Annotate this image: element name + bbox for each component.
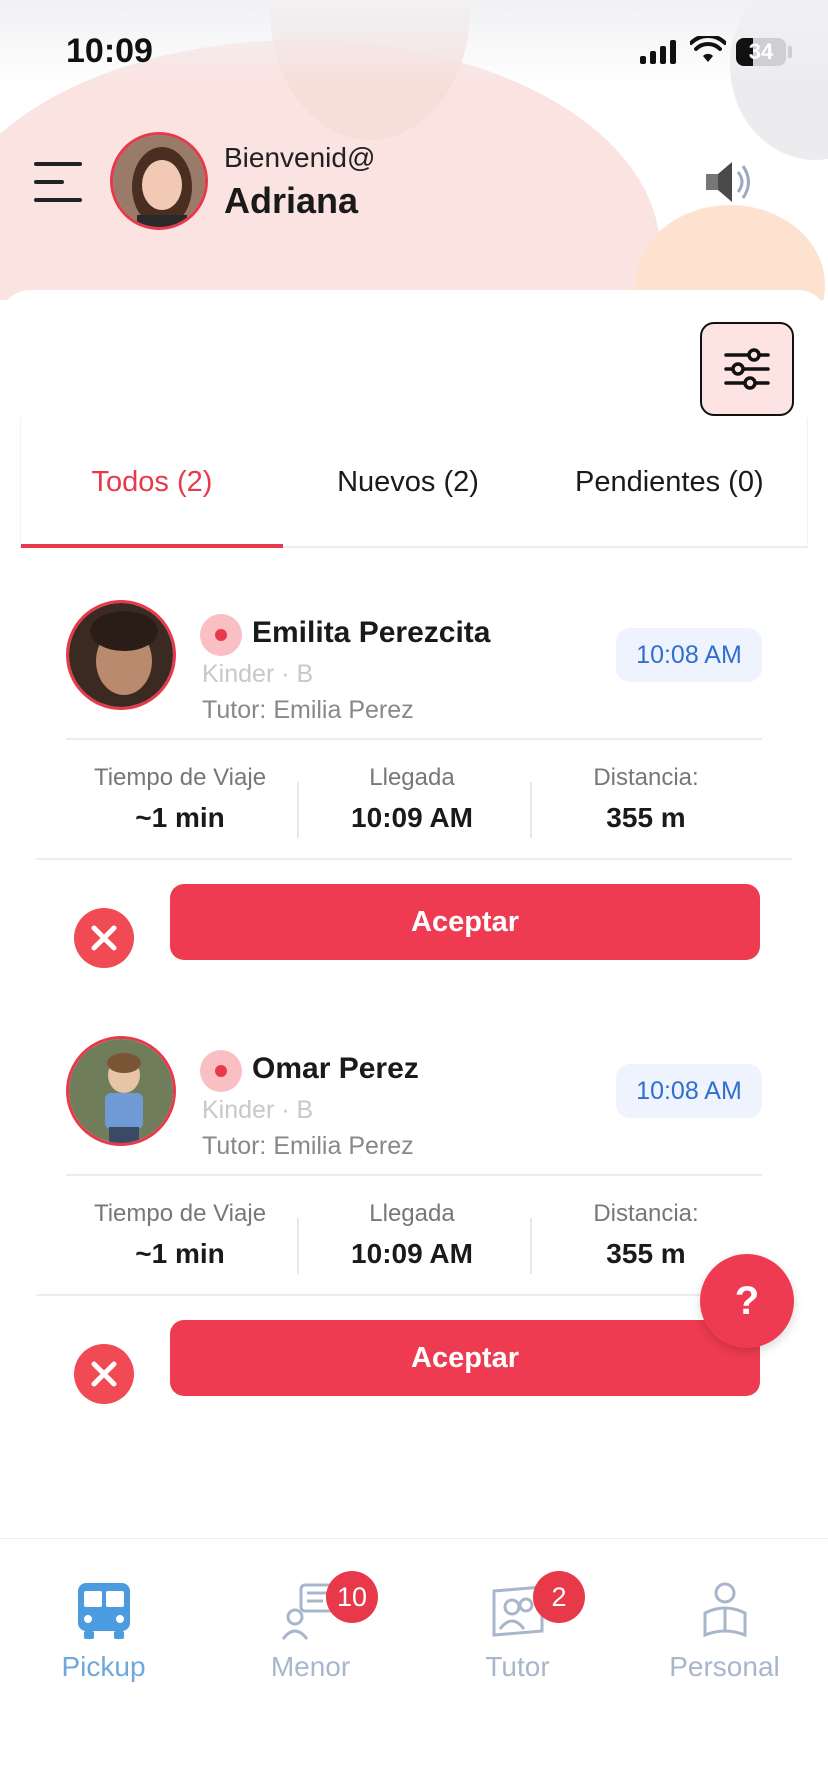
stat-label: Distancia: [593, 1200, 699, 1227]
wifi-icon [690, 36, 726, 62]
pickup-request-card: Emilita Perezcita Kinder · B Tutor: Emil… [0, 598, 828, 1018]
active-tab-indicator [21, 544, 283, 548]
person-book-icon [703, 1582, 746, 1638]
divider [66, 1174, 762, 1176]
stat-value: 10:09 AM [351, 802, 473, 833]
divider [36, 858, 792, 860]
tab-pendientes[interactable]: Pendientes (0) [575, 418, 775, 546]
nav-item-personal[interactable]: Personal [621, 1579, 828, 1689]
stat-distance: Distancia: 355 m [530, 764, 762, 834]
child-avatar [66, 600, 176, 710]
tutor-name: Tutor: Emilia Perez [202, 696, 414, 724]
status-time: 10:09 [66, 32, 153, 70]
notification-badge: 2 [533, 1571, 585, 1623]
bottom-nav: Pickup 10 Menor 2 Tutor Personal [0, 1538, 828, 1792]
battery-level: 34 [748, 39, 774, 64]
stat-travel-time: Tiempo de Viaje ~1 min [64, 764, 296, 834]
stat-label: Tiempo de Viaje [93, 1200, 267, 1227]
stat-value: ~1 min [135, 802, 225, 833]
help-button[interactable]: ? [700, 1254, 794, 1348]
child-name: Omar Perez [252, 1052, 419, 1085]
stat-travel-time: Tiempo de Viaje ~1 min [64, 1200, 296, 1270]
nav-label: Menor [270, 1651, 351, 1682]
app-header: Bienvenid@ Adriana [0, 110, 828, 250]
notification-badge: 10 [326, 1571, 378, 1623]
bus-icon [77, 1583, 130, 1639]
close-icon [91, 925, 117, 951]
close-icon [91, 1361, 117, 1387]
request-time-badge: 10:08 AM [616, 628, 762, 682]
request-time-badge: 10:08 AM [616, 1064, 762, 1118]
child-grade: Kinder · B [202, 1096, 314, 1124]
accept-button[interactable]: Aceptar [170, 1320, 760, 1396]
hamburger-menu-icon[interactable] [34, 162, 82, 202]
pickup-request-card: Omar Perez Kinder · B Tutor: Emilia Pere… [0, 1034, 828, 1454]
speaker-icon[interactable] [700, 154, 756, 210]
stat-label: Llegada [369, 764, 455, 791]
stat-label: Tiempo de Viaje [93, 764, 267, 791]
status-indicator [200, 1050, 242, 1092]
stat-label: Distancia: [593, 764, 699, 791]
cellular-signal-icon [640, 40, 676, 64]
battery-icon: 34 [736, 38, 786, 66]
welcome-label: Bienvenid@ [224, 142, 376, 173]
tab-nuevos[interactable]: Nuevos (2) [283, 418, 533, 546]
stat-value: 10:09 AM [351, 1238, 473, 1269]
request-tabs: Todos (2) Nuevos (2) Pendientes (0) [20, 418, 808, 548]
accept-button[interactable]: Aceptar [170, 884, 760, 960]
reject-button[interactable] [74, 908, 134, 968]
sliders-icon [724, 348, 770, 390]
stat-value: 355 m [606, 802, 686, 833]
nav-item-tutor[interactable]: 2 Tutor [414, 1571, 621, 1689]
nav-item-menor[interactable]: 10 Menor [207, 1571, 414, 1689]
child-name: Emilita Perezcita [252, 616, 491, 649]
nav-label: Pickup [61, 1651, 146, 1682]
nav-label: Personal [669, 1651, 780, 1682]
status-indicator [200, 614, 242, 656]
reject-button[interactable] [74, 1344, 134, 1404]
filter-button[interactable] [700, 322, 794, 416]
stat-arrival: Llegada 10:09 AM [296, 764, 528, 834]
stat-value: ~1 min [135, 1238, 225, 1269]
child-grade: Kinder · B [202, 660, 314, 688]
tutor-name: Tutor: Emilia Perez [202, 1132, 414, 1160]
nav-label: Tutor [485, 1651, 550, 1682]
status-bar: 10:09 34 [0, 0, 828, 100]
divider [36, 1294, 792, 1296]
child-avatar [66, 1036, 176, 1146]
user-name: Adriana [224, 180, 359, 221]
user-avatar[interactable] [110, 132, 208, 230]
nav-item-pickup[interactable]: Pickup [0, 1579, 207, 1689]
divider [66, 738, 762, 740]
stat-label: Llegada [369, 1200, 455, 1227]
tab-todos[interactable]: Todos (2) [21, 418, 283, 546]
stat-arrival: Llegada 10:09 AM [296, 1200, 528, 1270]
